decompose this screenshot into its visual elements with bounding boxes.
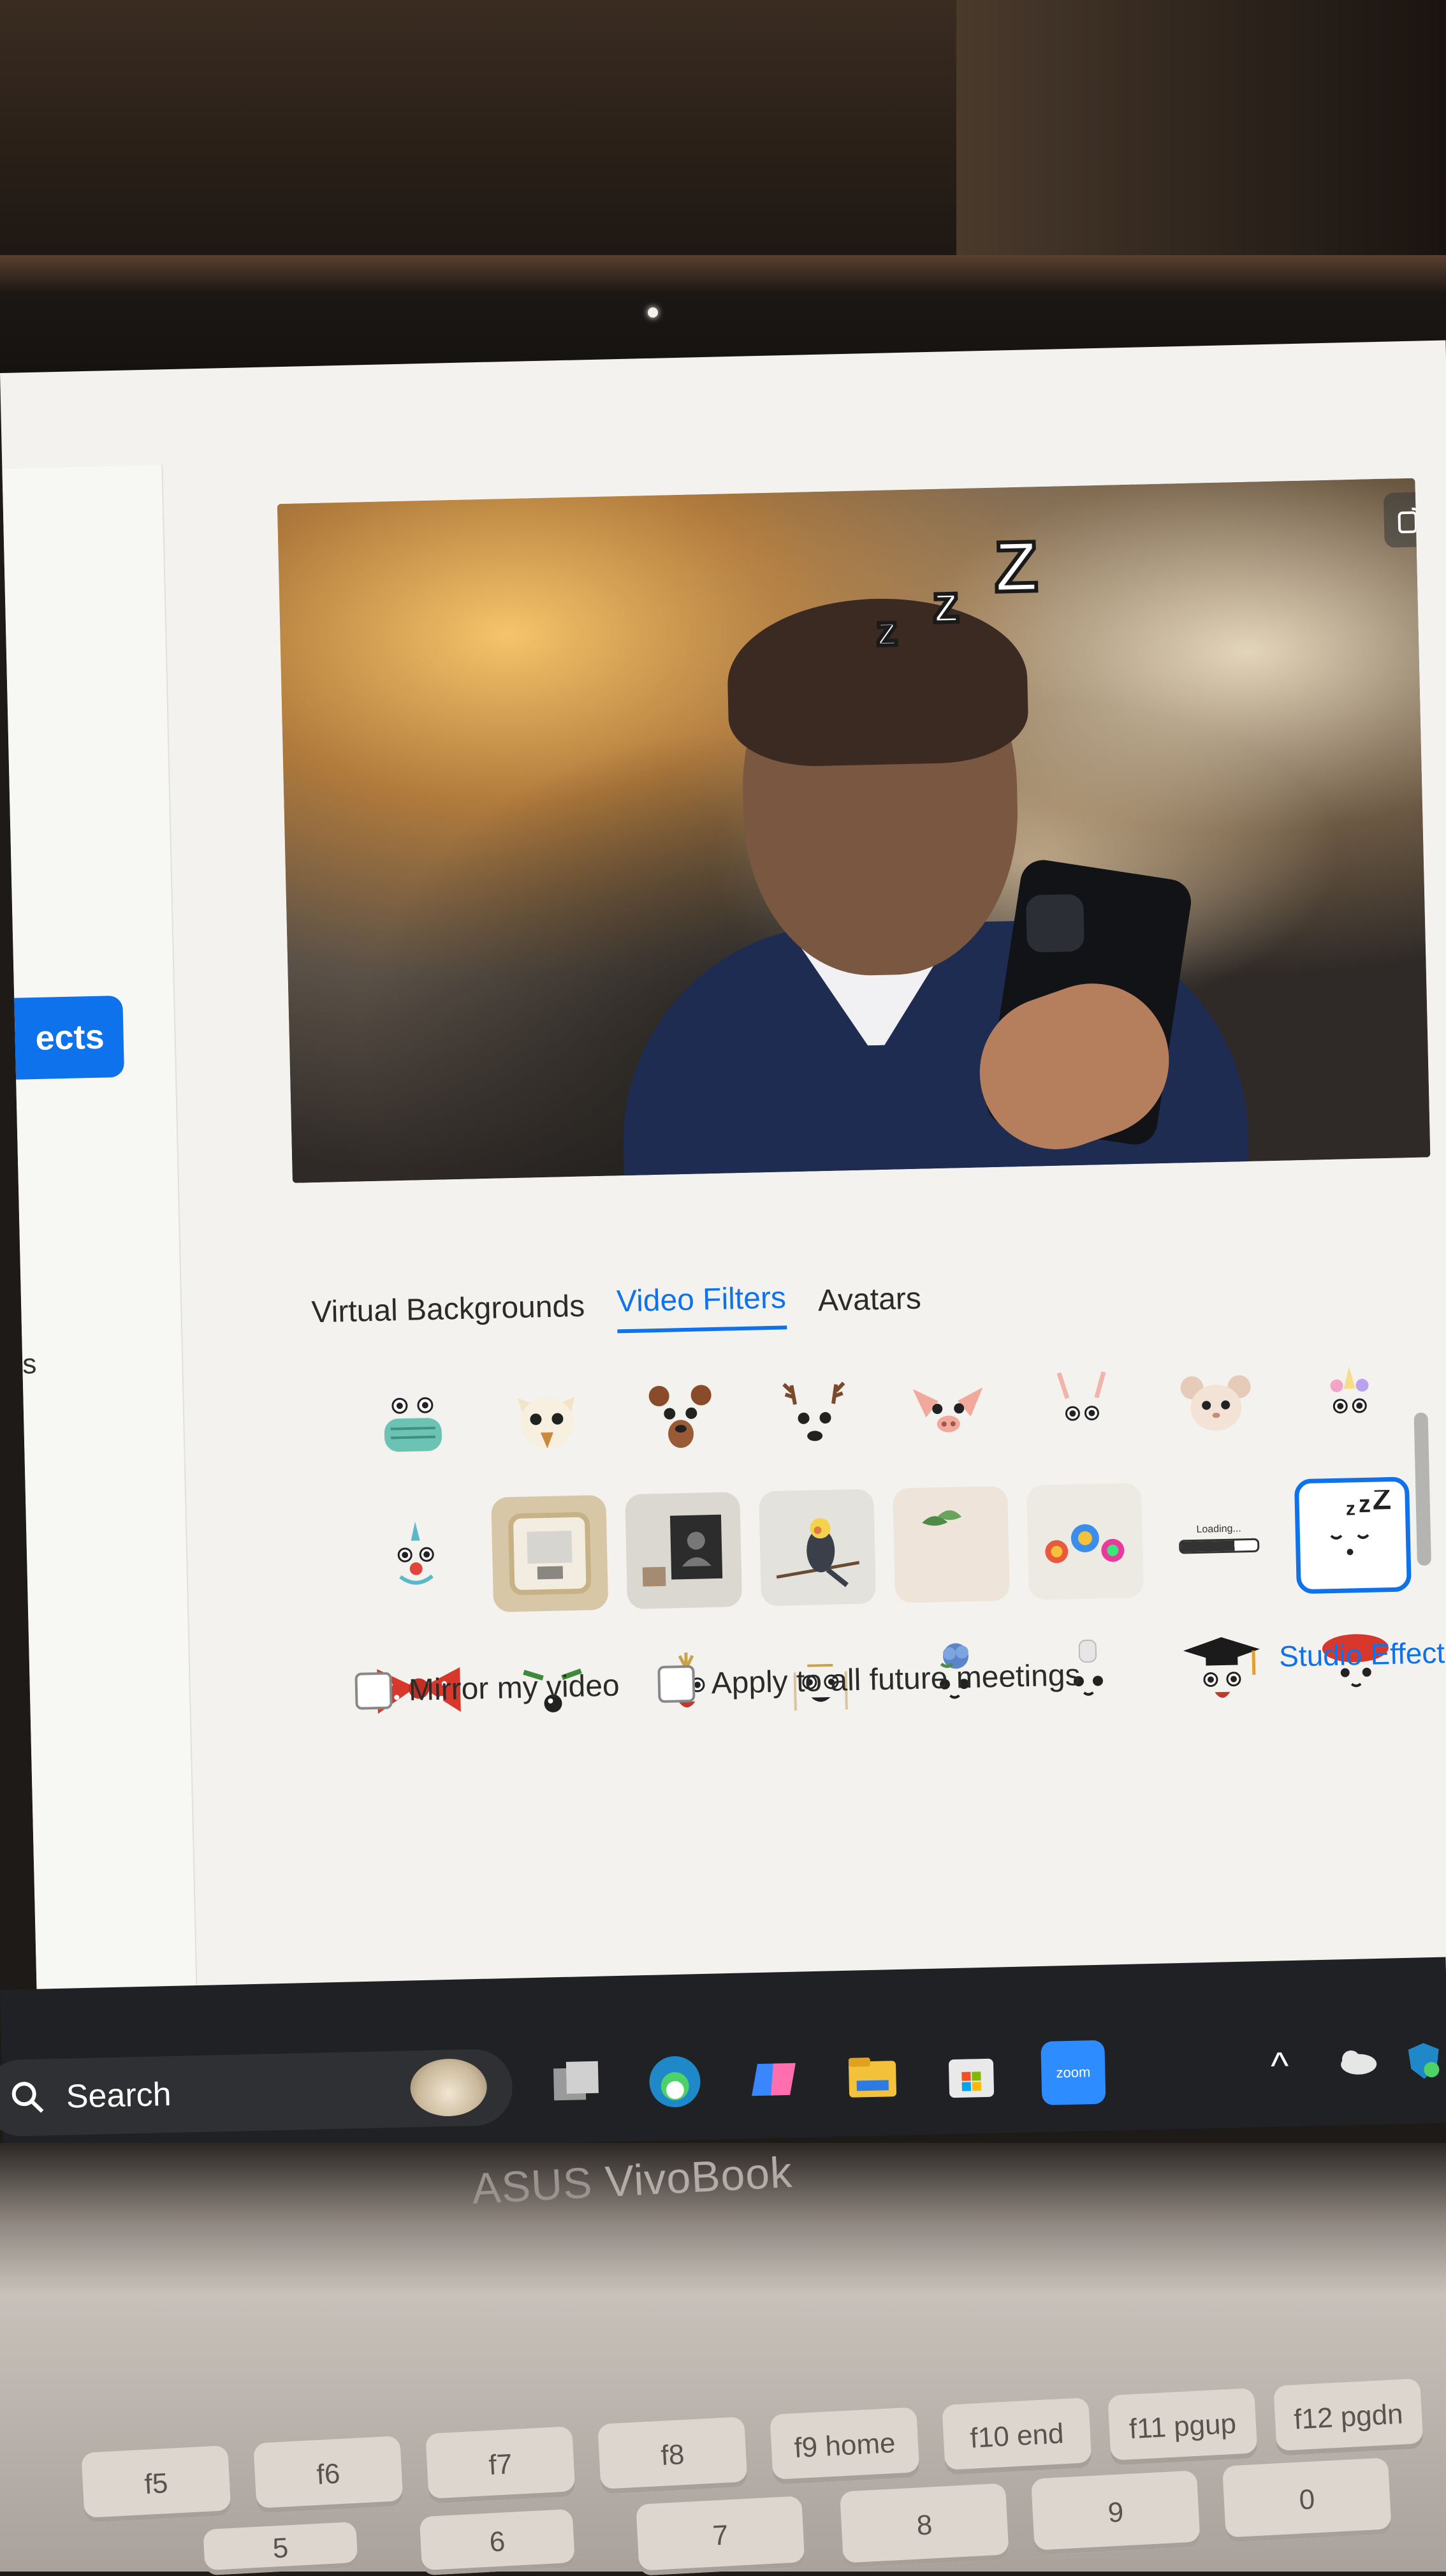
copilot-icon[interactable] (741, 2047, 806, 2112)
background-door (956, 0, 1446, 268)
search-highlight-icon (409, 2057, 488, 2117)
key-f8: f8 (597, 2417, 748, 2494)
file-explorer-icon[interactable] (840, 2045, 905, 2110)
filter-unicorn-horn[interactable] (1291, 1343, 1408, 1460)
face-mask-icon (384, 1397, 442, 1452)
filter-hamster-ears[interactable] (1157, 1346, 1274, 1463)
zzz-letter: z (930, 571, 974, 636)
fox-ears-icon (517, 1396, 575, 1448)
filter-lollipops[interactable] (1026, 1482, 1144, 1600)
filter-fox-ears[interactable] (488, 1361, 605, 1478)
tab-virtual-backgrounds[interactable]: Virtual Backgrounds (311, 1289, 585, 1341)
rotate-camera-button[interactable] (1383, 491, 1431, 548)
filter-pig-ears[interactable] (889, 1352, 1007, 1469)
brand-asus: ASUS (471, 2158, 594, 2214)
filter-bird-on-branch[interactable] (759, 1489, 877, 1607)
filter-room-frame[interactable] (491, 1494, 609, 1612)
tab-video-filters[interactable]: Video Filters (616, 1280, 787, 1334)
edge-icon[interactable] (642, 2049, 707, 2114)
key-f10: f10 end (942, 2397, 1092, 2475)
bunny-ears-icon (1056, 1371, 1106, 1421)
bird-icon (776, 1518, 860, 1587)
portrait-frame-icon (642, 1514, 723, 1587)
video-preview: z z Z (277, 478, 1431, 1183)
sleeping-face-icon: z z Z (1330, 1490, 1392, 1556)
pig-ears-icon (912, 1387, 983, 1432)
phone-camera (1025, 894, 1085, 953)
apply-all-checkbox[interactable] (657, 1665, 696, 1704)
sidebar-item-background-effects[interactable]: ects (0, 995, 125, 1080)
filter-bear-ears[interactable] (622, 1358, 739, 1475)
room-frame-icon (508, 1512, 592, 1595)
loading-label: Loading... (1196, 1523, 1241, 1535)
security-shield-icon[interactable] (1404, 2040, 1443, 2091)
key-9: 9 (1031, 2470, 1201, 2556)
mirror-label: Mirror my video (408, 1668, 620, 1707)
filter-sleeping-zzz[interactable]: z z Z (1294, 1476, 1412, 1594)
tab-avatars[interactable]: Avatars (817, 1281, 921, 1329)
zzz-letter: z (874, 605, 912, 656)
loading-bar-icon (1178, 1538, 1260, 1554)
bear-ears-icon (648, 1385, 712, 1448)
key-5: 5 (203, 2521, 358, 2576)
key-7: 7 (636, 2496, 805, 2576)
sidebar-item-label: ects (34, 1017, 105, 1057)
sleep-zzz-overlay: z z Z (874, 524, 1052, 662)
laptop-keyboard-deck: f5 f6 f7 f8 f9 home f10 end f11 pgup f12… (0, 2143, 1446, 2576)
search-icon (11, 2082, 44, 2113)
rotate-icon (1398, 507, 1426, 534)
apply-all-label: Apply to all future meetings (710, 1658, 1081, 1700)
brand-vivobook: VivoBook (604, 2147, 794, 2207)
filter-scrollbar[interactable] (1413, 1412, 1431, 1566)
search-label: Search (66, 2075, 172, 2116)
onedrive-icon[interactable] (1334, 2042, 1380, 2087)
svg-text:z: z (1346, 1498, 1356, 1519)
taskbar-search[interactable]: Search (0, 2048, 514, 2137)
reindeer-antlers-icon (782, 1381, 845, 1441)
filter-portrait-frame[interactable] (625, 1492, 743, 1610)
zzz-letter: Z (991, 524, 1052, 609)
filter-clown-nose[interactable] (357, 1498, 474, 1616)
unicorn-horn-icon (1330, 1366, 1369, 1414)
zoom-label: zoom (1056, 2064, 1091, 2081)
clown-nose-icon (397, 1521, 434, 1585)
sidebar-fragment-label: s (22, 1348, 37, 1380)
key-f12: f12 pgdn (1273, 2378, 1424, 2456)
key-f5: f5 (81, 2445, 231, 2523)
zoom-settings-window: ects s z z Z Virtual Backgrounds Video F… (0, 340, 1446, 2057)
windows-taskbar: Search zoom ^ (0, 1957, 1446, 2156)
zoom-app-icon[interactable]: zoom (1041, 2040, 1106, 2105)
key-8: 8 (840, 2483, 1009, 2568)
leaf-icon (922, 1510, 962, 1526)
key-f9: f9 home (770, 2407, 920, 2485)
filter-reindeer-antlers[interactable] (756, 1355, 873, 1472)
filter-graduation-cap[interactable] (1164, 1614, 1281, 1731)
graduation-cap-icon (1183, 1637, 1260, 1698)
effects-tabs: Virtual Backgrounds Video Filters Avatar… (311, 1277, 922, 1341)
store-icon[interactable] (938, 2042, 1004, 2107)
settings-sidebar: ects s (0, 465, 199, 2050)
show-hidden-icons[interactable]: ^ (1270, 2043, 1289, 2088)
task-view-icon[interactable] (543, 2051, 608, 2116)
filter-face-mask[interactable] (354, 1364, 471, 1482)
webcam-light (648, 307, 658, 318)
hamster-ears-icon (1180, 1375, 1251, 1431)
background-room (0, 0, 1446, 268)
studio-effects-link[interactable]: Studio Effects (1279, 1635, 1446, 1674)
filter-leaf-card[interactable] (893, 1485, 1011, 1603)
filter-loading-bar[interactable]: Loading... (1160, 1480, 1278, 1597)
mirror-checkbox[interactable] (354, 1672, 393, 1710)
mirror-option[interactable]: Mirror my video (354, 1667, 620, 1710)
key-f6: f6 (253, 2436, 404, 2513)
key-0: 0 (1222, 2457, 1392, 2543)
svg-text:z: z (1358, 1491, 1371, 1518)
key-f11: f11 pgup (1107, 2388, 1258, 2466)
lollipop-icon (1045, 1524, 1125, 1563)
key-6: 6 (419, 2508, 576, 2576)
filter-bunny-ears[interactable] (1023, 1349, 1141, 1466)
svg-text:Z: Z (1372, 1490, 1392, 1517)
key-f7: f7 (425, 2426, 576, 2504)
